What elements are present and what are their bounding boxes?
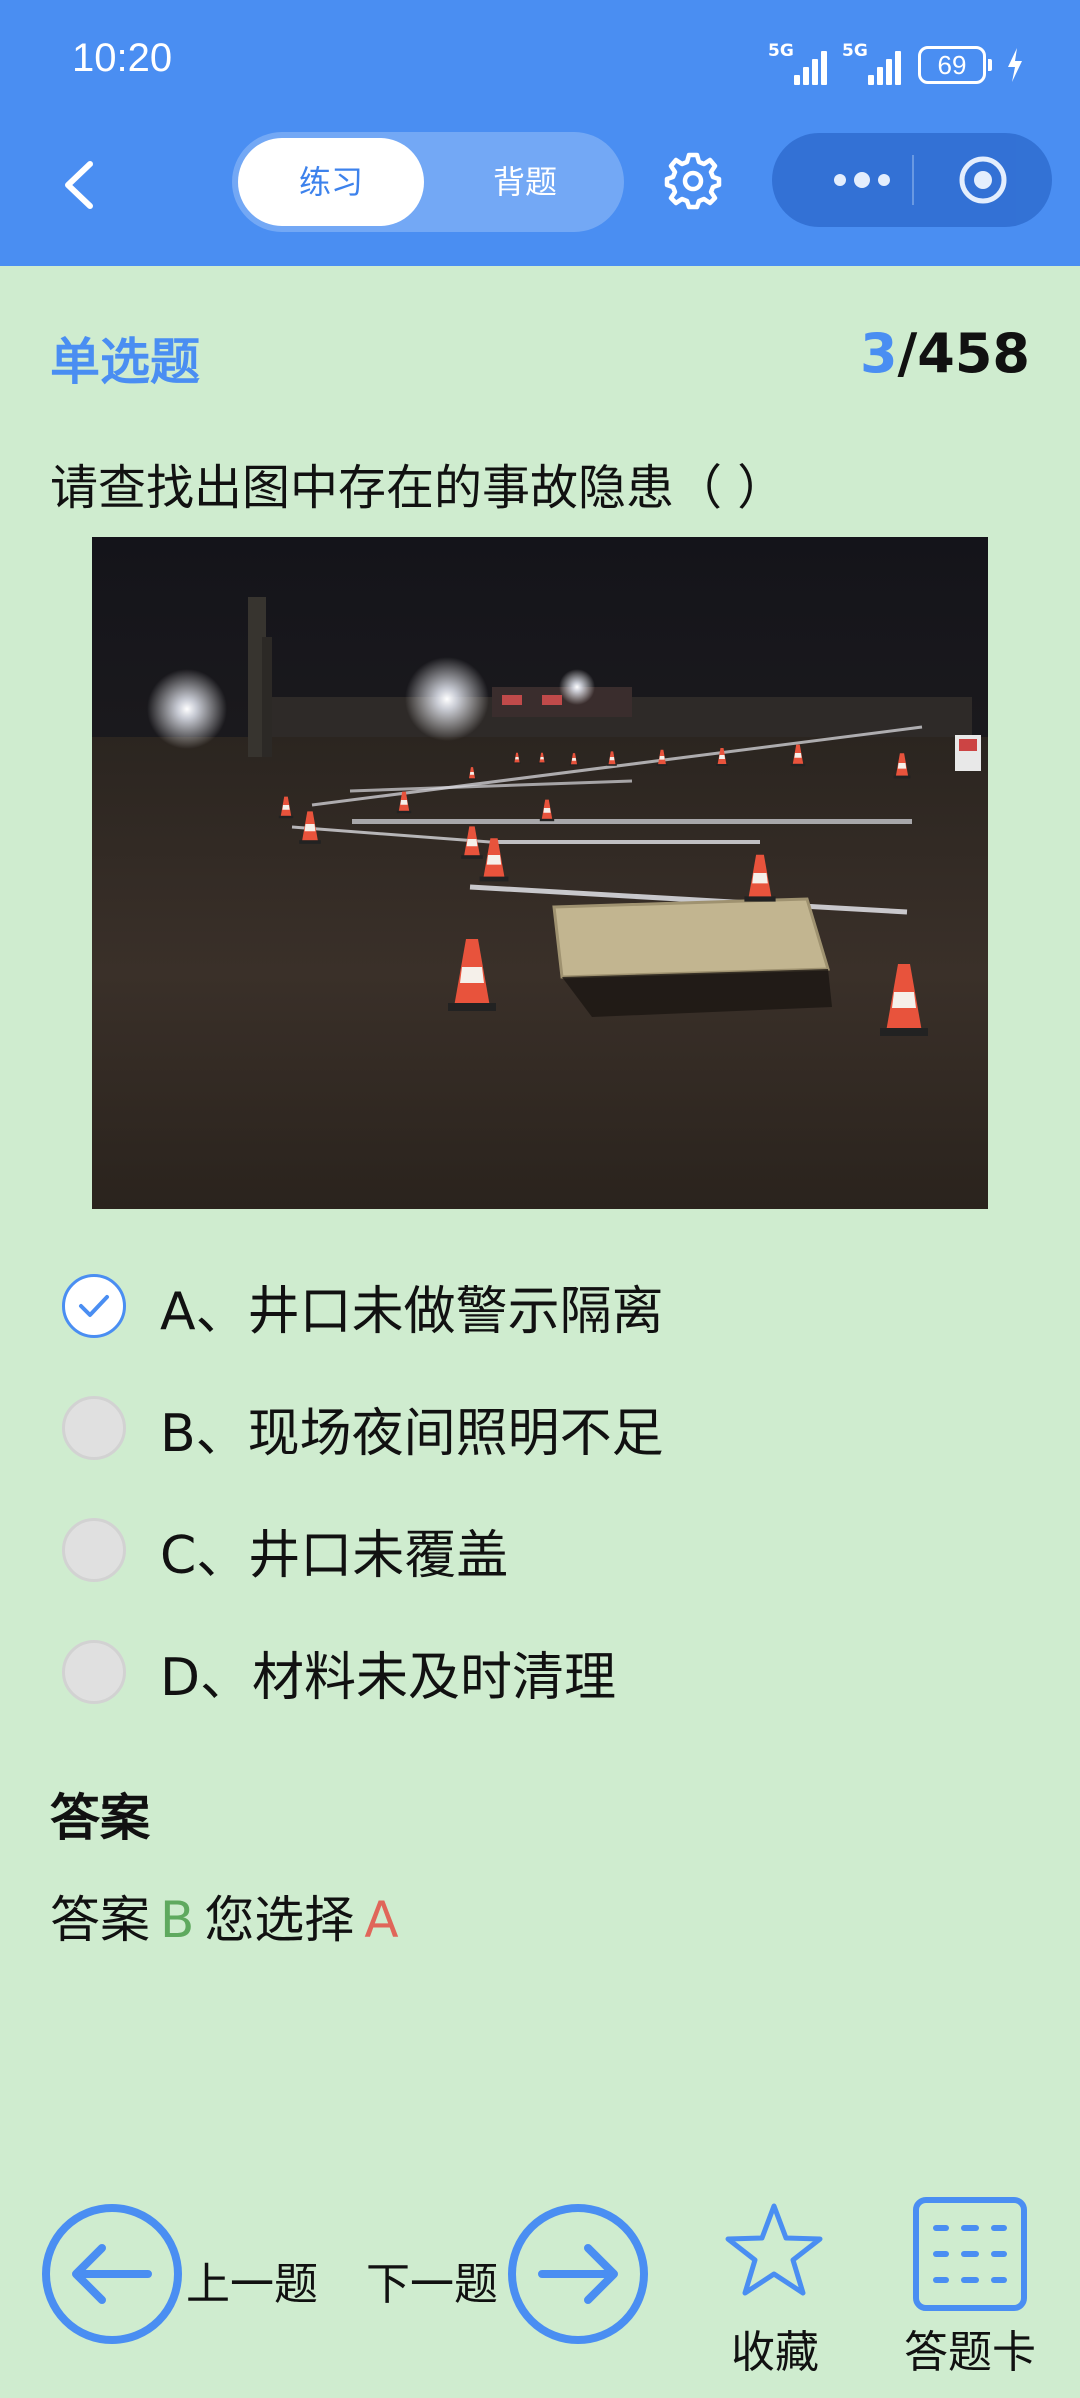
- option-d-label: D、材料未及时清理: [160, 1647, 617, 1708]
- answer-card-button[interactable]: 答题卡: [890, 2196, 1050, 2390]
- status-icons: 5G 5G 69: [768, 40, 1024, 90]
- charging-icon: [1008, 48, 1022, 82]
- status-time: 10:20: [72, 36, 173, 80]
- back-button[interactable]: [50, 150, 110, 220]
- option-a[interactable]: A、井口未做警示隔离: [62, 1266, 664, 1346]
- answer-line: 答案 B 您选择 A: [50, 1880, 399, 1952]
- option-b-label: B、现场夜间照明不足: [160, 1403, 664, 1464]
- question-type: 单选题: [50, 333, 200, 391]
- next-button[interactable]: [506, 2202, 650, 2346]
- prev-button[interactable]: [40, 2202, 184, 2346]
- gear-icon: [664, 152, 722, 210]
- favorite-label: 收藏: [731, 2327, 819, 2378]
- favorite-button[interactable]: 收藏: [706, 2200, 844, 2390]
- radio-icon: [62, 1518, 126, 1582]
- option-b[interactable]: B、现场夜间照明不足: [62, 1388, 664, 1468]
- grid-icon: [913, 2197, 1027, 2311]
- correct-answer: B: [160, 1891, 195, 1949]
- chosen-answer: A: [364, 1891, 399, 1949]
- radio-checked-icon: [62, 1274, 126, 1338]
- radio-icon: [62, 1640, 126, 1704]
- bottom-nav: 上一题 下一题 收藏 答题卡: [0, 2180, 1080, 2398]
- signal-icon: 5G: [768, 41, 830, 85]
- mode-switch: 练习 背题: [232, 132, 624, 232]
- option-a-label: A、井口未做警示隔离: [160, 1281, 664, 1342]
- arrow-left-icon: [42, 2204, 182, 2344]
- current-index: 3: [859, 322, 898, 385]
- settings-button[interactable]: [662, 150, 724, 212]
- tab-memorize[interactable]: 背题: [432, 138, 618, 226]
- option-c-label: C、井口未覆盖: [160, 1525, 509, 1586]
- radio-icon: [62, 1396, 126, 1460]
- close-miniprogram-icon[interactable]: [958, 155, 1008, 205]
- tab-practice[interactable]: 练习: [238, 138, 424, 226]
- prev-label[interactable]: 上一题: [186, 2248, 318, 2312]
- arrow-right-icon: [508, 2204, 648, 2344]
- question-text: 请查找出图中存在的事故隐患（ ）: [50, 460, 786, 516]
- question-counter: 3/458: [860, 322, 1030, 385]
- question-image: [92, 537, 988, 1209]
- miniprogram-capsule: [772, 133, 1052, 227]
- answer-title: 答案: [50, 1789, 150, 1847]
- option-d[interactable]: D、材料未及时清理: [62, 1632, 616, 1712]
- next-label[interactable]: 下一题: [366, 2248, 498, 2312]
- battery-icon: 69: [918, 46, 992, 84]
- answer-prefix: 答案: [50, 1891, 150, 1949]
- top-bar: 10:20 5G 5G 69 练习 背题: [0, 0, 1080, 266]
- answer-card-label: 答题卡: [904, 2327, 1036, 2378]
- signal-icon-2: 5G: [842, 41, 904, 85]
- total-count: /458: [897, 322, 1030, 385]
- more-icon[interactable]: [812, 133, 912, 227]
- star-icon: [725, 2203, 823, 2296]
- back-arrow-icon: [65, 161, 93, 209]
- option-c[interactable]: C、井口未覆盖: [62, 1510, 508, 1590]
- chosen-label: 您选择: [204, 1891, 355, 1949]
